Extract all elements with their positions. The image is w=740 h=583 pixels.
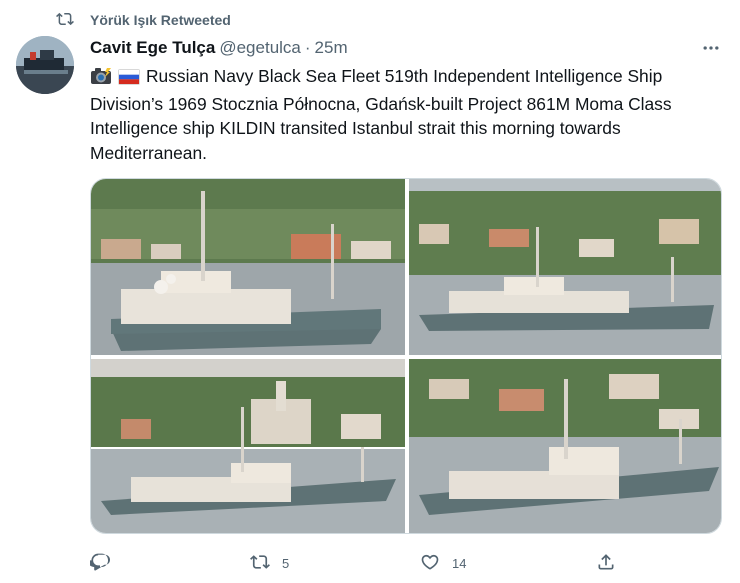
tweet-text: Russian Navy Black Sea Fleet 519th Indep… xyxy=(90,66,672,163)
separator-dot: · xyxy=(304,38,311,57)
retweet-count: 5 xyxy=(282,555,290,571)
camera-with-flash-emoji xyxy=(90,67,112,92)
heart-icon xyxy=(420,552,440,575)
reply-icon xyxy=(87,552,110,575)
retweet-context[interactable]: Yörük Işık Retweeted xyxy=(56,10,231,30)
retweet-icon xyxy=(56,10,90,31)
like-button[interactable]: 14 xyxy=(420,552,466,575)
retweet-context-label: Yörük Işık Retweeted xyxy=(90,12,231,28)
ship-photo-4[interactable] xyxy=(409,359,721,533)
more-options-icon[interactable] xyxy=(698,35,724,61)
retweet-icon xyxy=(250,552,270,575)
author-name[interactable]: Cavit Ege Tulça xyxy=(90,38,215,58)
like-count: 14 xyxy=(452,555,467,571)
ship-photo-2[interactable] xyxy=(409,179,721,355)
avatar[interactable] xyxy=(16,36,74,94)
ship-photo-3[interactable] xyxy=(91,359,405,533)
tweet-text-container: Russian Navy Black Sea Fleet 519th Indep… xyxy=(90,64,730,165)
share-icon xyxy=(596,552,616,575)
retweet-button[interactable]: 5 xyxy=(250,552,289,575)
tweet-header: Cavit Ege Tulça @egetulca · 25m xyxy=(90,37,724,59)
reply-button[interactable] xyxy=(87,552,122,575)
tweet-timestamp[interactable]: 25m xyxy=(315,38,348,58)
russia-flag-emoji xyxy=(118,67,140,92)
author-handle[interactable]: @egetulca xyxy=(219,38,301,58)
tweet-actions: 5 14 xyxy=(87,550,630,576)
share-button[interactable] xyxy=(596,552,616,575)
media-grid xyxy=(90,178,722,534)
ship-photo-1[interactable] xyxy=(91,179,405,355)
